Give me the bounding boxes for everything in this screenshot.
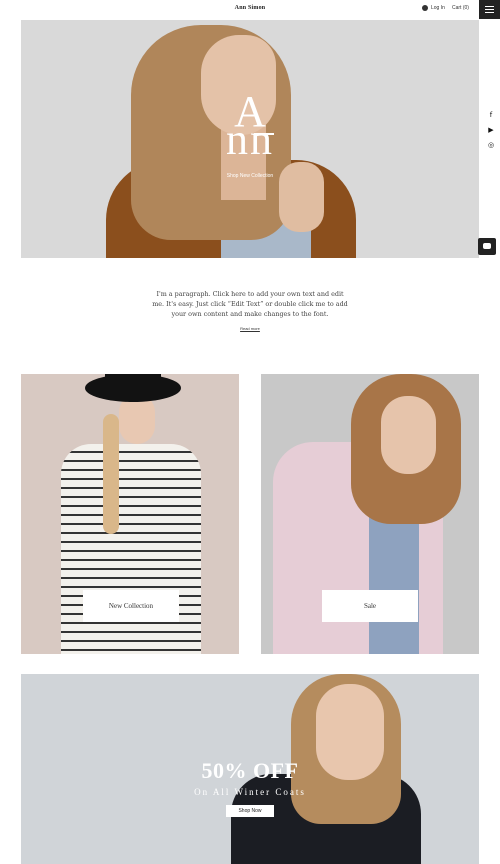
shop-new-collection-link[interactable]: Shop New Collection <box>21 173 479 179</box>
login-label: Log In <box>431 5 445 11</box>
youtube-icon[interactable]: ▶ <box>486 125 496 135</box>
chat-button[interactable] <box>478 238 496 255</box>
sale-button[interactable]: Sale <box>322 590 418 622</box>
new-collection-button[interactable]: New Collection <box>83 590 179 622</box>
promo-banner: 50% OFF On All Winter Coats Shop Now <box>21 674 479 864</box>
sale-tile[interactable]: Sale <box>261 374 479 654</box>
cart-link[interactable]: Cart (0) <box>452 5 469 11</box>
model-face <box>381 396 436 474</box>
intro-paragraph: I'm a paragraph. Click here to add your … <box>152 290 348 318</box>
hamburger-icon <box>485 6 494 7</box>
login-link[interactable]: Log In <box>422 5 445 11</box>
chat-icon <box>483 243 491 249</box>
hero-banner: A nn Shop New Collection <box>21 20 479 258</box>
site-header: Ann Simon Log In Cart (0) <box>0 0 500 20</box>
striped-dress <box>61 444 201 654</box>
hero-logo: A nn <box>21 90 479 164</box>
new-collection-tile[interactable]: New Collection <box>21 374 239 654</box>
hero-logo-line2: nn <box>226 115 274 164</box>
read-more-link[interactable]: Read more <box>0 326 500 331</box>
hamburger-line <box>485 9 494 10</box>
model-braid <box>103 414 119 534</box>
hero-logo-bar <box>254 133 274 135</box>
hamburger-line <box>485 12 494 13</box>
promo-subtitle: On All Winter Coats <box>194 787 306 797</box>
menu-button[interactable] <box>479 0 500 19</box>
user-icon <box>422 5 428 11</box>
shop-now-button[interactable]: Shop Now <box>226 805 274 817</box>
hat-brim <box>85 374 181 402</box>
instagram-icon[interactable]: ◎ <box>486 140 496 150</box>
facebook-icon[interactable]: f <box>486 110 496 120</box>
promo-title: 50% OFF <box>201 758 299 783</box>
